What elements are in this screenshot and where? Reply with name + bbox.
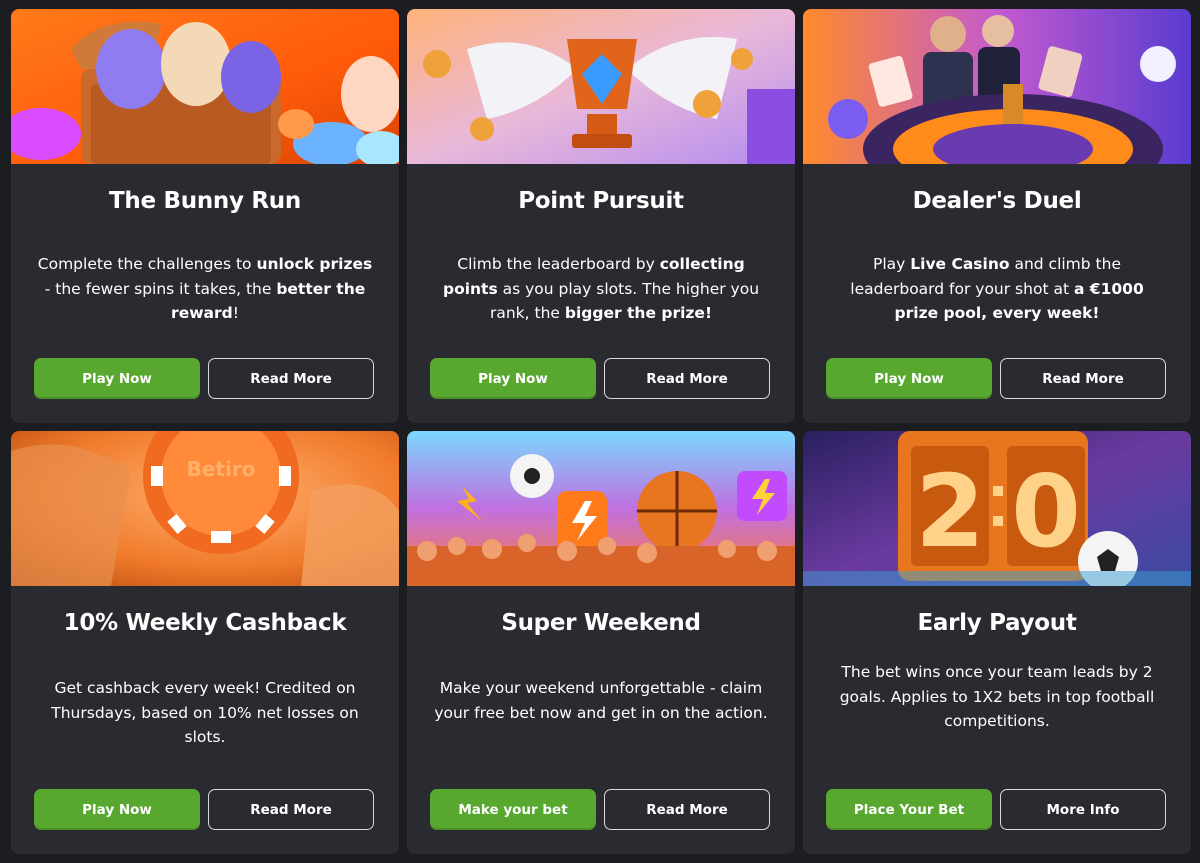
make-your-bet-button[interactable]: Make your bet xyxy=(430,789,596,830)
card-actions: Play Now Read More xyxy=(34,358,374,399)
read-more-button[interactable]: Read More xyxy=(604,789,770,830)
score-left: 2 xyxy=(915,453,985,570)
play-now-button[interactable]: Play Now xyxy=(430,358,596,399)
scoreboard-art: 2 0 xyxy=(803,431,1191,586)
easter-eggs-chest-art xyxy=(11,9,399,164)
card-description: Complete the challenges to unlock prizes… xyxy=(37,255,373,323)
card-title: The Bunny Run xyxy=(109,188,301,214)
sports-crowd-art xyxy=(407,431,795,586)
read-more-button[interactable]: Read More xyxy=(208,358,374,399)
card-actions: Play Now Read More xyxy=(826,358,1166,399)
card-title: 10% Weekly Cashback xyxy=(63,610,347,636)
card-actions: Play Now Read More xyxy=(34,789,374,830)
place-your-bet-button[interactable]: Place Your Bet xyxy=(826,789,992,830)
card-description: Climb the leaderboard by collecting poin… xyxy=(442,255,760,322)
live-casino-roulette-art xyxy=(803,9,1191,164)
card-description: Make your weekend unforgettable - claim … xyxy=(434,679,768,722)
card-description: Get cashback every week! Credited on Thu… xyxy=(51,679,359,746)
card-actions: Make your bet Read More xyxy=(430,789,770,830)
read-more-button[interactable]: Read More xyxy=(604,358,770,399)
promo-card-early-payout: 2 0 Early Payout The bet wins once your … xyxy=(803,431,1191,854)
score-right: 0 xyxy=(1011,453,1081,570)
card-title: Early Payout xyxy=(917,610,1077,636)
read-more-button[interactable]: Read More xyxy=(208,789,374,830)
promo-card-dealers-duel: Dealer's Duel Play Live Casino and climb… xyxy=(803,9,1191,423)
description-emphasis: better the reward xyxy=(171,279,366,323)
play-now-button[interactable]: Play Now xyxy=(34,789,200,830)
card-actions: Place Your Bet More Info xyxy=(826,789,1166,830)
promo-card-weekly-cashback: Betiro 10% Weekly Cashback Get cashback … xyxy=(11,431,399,854)
card-description: The bet wins once your team leads by 2 g… xyxy=(839,663,1155,730)
card-title: Super Weekend xyxy=(501,610,701,636)
play-now-button[interactable]: Play Now xyxy=(34,358,200,399)
read-more-button[interactable]: Read More xyxy=(1000,358,1166,399)
promo-card-point-pursuit: Point Pursuit Climb the leaderboard by c… xyxy=(407,9,795,423)
card-title: Point Pursuit xyxy=(518,188,684,214)
winged-trophy-art xyxy=(407,9,795,164)
card-title: Dealer's Duel xyxy=(912,188,1082,214)
promotions-grid: The Bunny Run Complete the challenges to… xyxy=(11,9,1191,854)
more-info-button[interactable]: More Info xyxy=(1000,789,1166,830)
card-description: Play Live Casino and climb the leaderboa… xyxy=(850,255,1144,323)
card-actions: Play Now Read More xyxy=(430,358,770,399)
chip-label: Betiro xyxy=(187,457,256,481)
description-emphasis: Live Casino xyxy=(910,255,1010,273)
promo-card-bunny-run: The Bunny Run Complete the challenges to… xyxy=(11,9,399,423)
betiro-chip-art: Betiro xyxy=(11,431,399,586)
description-emphasis: a €1000 prize pool, every week! xyxy=(894,279,1144,323)
promo-card-super-weekend: Super Weekend Make your weekend unforget… xyxy=(407,431,795,854)
description-emphasis: unlock prizes xyxy=(256,255,373,273)
description-emphasis: collecting points xyxy=(442,255,745,298)
play-now-button[interactable]: Play Now xyxy=(826,358,992,399)
description-emphasis: bigger the prize! xyxy=(564,304,713,322)
